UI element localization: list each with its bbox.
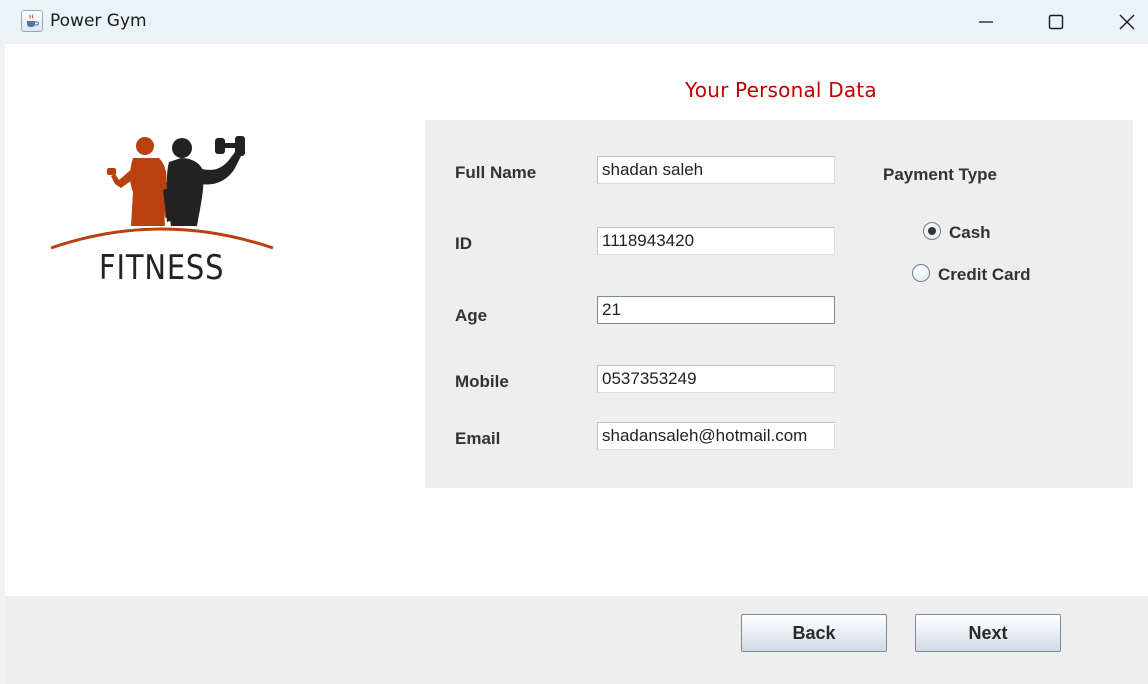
fitness-logo: FITNESS	[45, 128, 285, 293]
id-label: ID	[455, 234, 472, 253]
title-bar[interactable]: Power Gym	[5, 0, 1148, 44]
cash-label[interactable]: Cash	[949, 223, 991, 243]
full-name-label: Full Name	[455, 163, 537, 182]
window-title: Power Gym	[50, 11, 147, 31]
credit-card-label[interactable]: Credit Card	[938, 265, 1031, 285]
next-button[interactable]: Next	[915, 614, 1061, 652]
java-cup-icon	[21, 10, 43, 32]
email-label: Email	[455, 429, 501, 448]
close-icon	[1119, 14, 1135, 30]
payment-type-label: Payment Type	[883, 165, 998, 184]
id-field[interactable]	[597, 227, 835, 255]
credit-card-radio[interactable]	[912, 264, 930, 282]
full-name-field[interactable]	[597, 156, 835, 184]
close-button[interactable]	[1099, 0, 1148, 44]
mobile-label: Mobile	[455, 372, 509, 391]
minimize-icon	[979, 21, 993, 23]
personal-data-panel: Full Name ID Age Mobile Email Payment Ty…	[425, 120, 1133, 488]
logo-text: FITNESS	[99, 248, 225, 288]
cash-radio[interactable]	[923, 222, 941, 240]
button-bar: Back Next	[5, 596, 1148, 684]
mobile-field[interactable]	[597, 365, 835, 393]
maximize-icon	[1048, 14, 1064, 30]
back-button[interactable]: Back	[741, 614, 887, 652]
email-field[interactable]	[597, 422, 835, 450]
radio-selected-dot	[928, 227, 936, 235]
minimize-button[interactable]	[958, 0, 1014, 44]
section-title: Your Personal Data	[685, 78, 877, 102]
age-label: Age	[455, 306, 488, 325]
age-field[interactable]	[597, 296, 835, 324]
maximize-button[interactable]	[1028, 0, 1084, 44]
app-window: Power Gym Your Personal Data FITNESS Ful…	[0, 0, 1148, 684]
